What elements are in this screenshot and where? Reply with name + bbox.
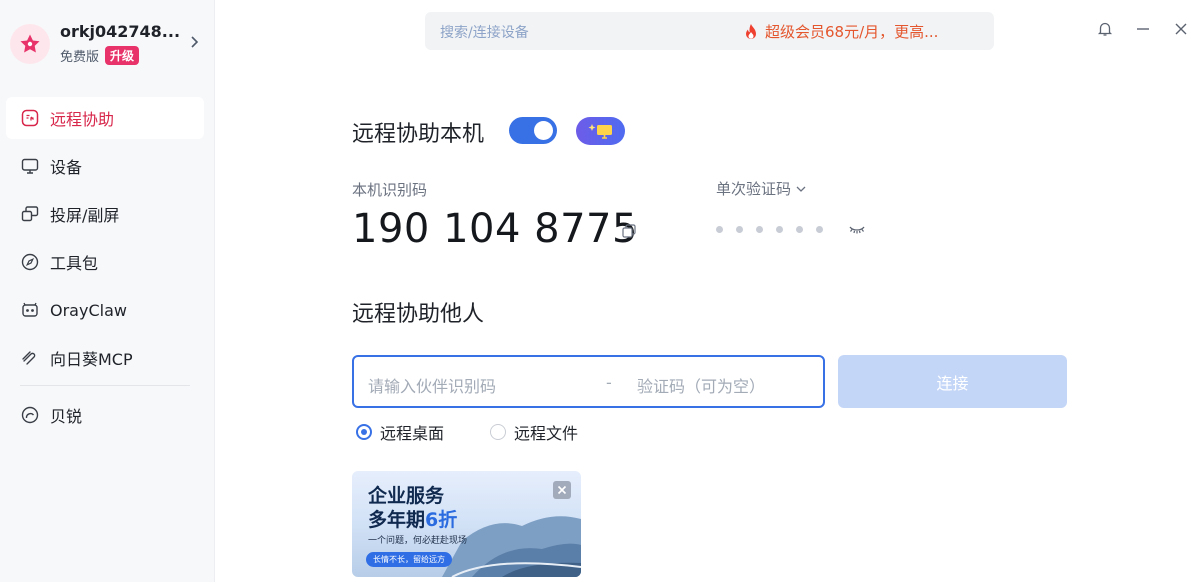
code-dot [716,226,723,233]
promo-ad-card[interactable]: 企业服务 多年期6折 一个问题，何必赶赴现场 长情不长，留给远方 [352,471,581,577]
oray-icon [20,405,40,425]
avatar[interactable] [10,24,50,64]
search-input[interactable]: 搜索/连接设备 [440,22,529,42]
sidebar-item-devices[interactable]: 设备 [6,145,204,187]
promo-text: 超级会员68元/月，更高... [765,23,939,41]
screen-cast-icon [20,204,40,224]
copy-icon[interactable] [622,224,636,238]
chevron-down-icon [796,186,806,192]
ad-title-prefix: 多年期 [368,509,426,531]
ad-title-highlight: 6折 [425,509,458,531]
sidebar-item-label: 向日葵MCP [50,350,133,369]
fire-icon [746,23,756,39]
ad-pill: 长情不长，留给远方 [366,552,452,567]
sidebar-item-label: 远程协助 [50,110,115,129]
hidden-code [716,226,823,233]
sidebar-item-oray[interactable]: 贝锐 [6,394,204,436]
sidebar-item-label: 工具包 [50,254,99,273]
assist-other-title: 远程协助他人 [352,302,485,327]
bell-icon[interactable] [1096,20,1114,38]
claw-icon [20,300,40,320]
sparkle-monitor-icon [588,124,612,139]
compass-icon [20,252,40,272]
verify-code-input[interactable]: 验证码（可为空） [637,373,765,397]
toggle-knob [534,121,553,140]
ad-title-line2: 多年期6折 [368,505,457,532]
search-bar[interactable]: 搜索/连接设备 超级会员68元/月，更高... [425,12,994,50]
field-separator: - [606,373,612,392]
minimize-icon[interactable] [1134,20,1152,38]
close-icon [557,485,567,495]
mode-remote-file[interactable]: 远程文件 [490,420,578,444]
sidebar-item-mcp[interactable]: 向日葵MCP [6,337,204,379]
monitor-icon [20,156,40,176]
code-type-label: 单次验证码 [716,180,792,198]
assist-self-title: 远程协助本机 [352,122,485,147]
sidebar-item-label: 贝锐 [50,407,83,426]
ad-title-line1: 企业服务 [368,485,445,507]
sidebar-item-orayclaw[interactable]: OrayClaw [6,289,204,331]
promo-banner[interactable]: 超级会员68元/月，更高... [743,21,938,42]
plan-row: 免费版 升级 [60,46,140,65]
nav-divider [20,385,190,386]
code-dot [816,226,823,233]
mcp-icon [20,348,40,368]
eye-closed-icon[interactable] [848,222,866,236]
star-icon [20,34,40,53]
sidebar-nav: 远程协助 设备 投屏/副屏 工具包 OrayClaw 向日葵MCP 贝锐 [6,97,204,442]
username: orkj042748... [60,22,181,41]
assist-self-toggle[interactable] [509,117,557,144]
sidebar-item-label: OrayClaw [50,300,127,320]
code-type-dropdown[interactable]: 单次验证码 [716,178,807,199]
sidebar-item-label: 投屏/副屏 [50,206,120,225]
radio-unchecked[interactable] [490,424,506,440]
partner-connect-field[interactable]: 请输入伙伴识别码 - 验证码（可为空） [352,355,825,408]
mode-remote-desktop[interactable]: 远程桌面 [356,420,444,444]
ad-subline: 一个问题，何必赶赴现场 [368,536,468,546]
code-dot [796,226,803,233]
sidebar-item-remote-assist[interactable]: 远程协助 [6,97,204,139]
code-dot [756,226,763,233]
sidebar: orkj042748... 免费版 升级 远程协助 设备 投屏/副屏 工具包 O… [0,0,215,582]
sidebar-item-screen-cast[interactable]: 投屏/副屏 [6,193,204,235]
connect-button[interactable]: 连接 [838,355,1067,408]
device-id-label: 本机识别码 [352,181,428,199]
remote-assist-icon [20,108,40,128]
sidebar-item-toolkit[interactable]: 工具包 [6,241,204,283]
code-dot [776,226,783,233]
plan-label: 免费版 [60,50,100,65]
ai-screen-button[interactable] [576,117,625,145]
partner-id-input[interactable]: 请输入伙伴识别码 [368,373,496,397]
close-icon[interactable] [1172,20,1190,38]
mode-label: 远程桌面 [380,424,445,443]
sidebar-item-label: 设备 [50,158,83,177]
ad-close-button[interactable] [553,481,571,499]
upgrade-badge[interactable]: 升级 [105,46,140,65]
profile-card[interactable]: orkj042748... 免费版 升级 [10,20,200,68]
code-dot [736,226,743,233]
window-controls [1096,20,1190,38]
mode-label: 远程文件 [514,424,579,443]
device-id-value: 190 104 8775 [352,206,638,252]
chevron-right-icon[interactable] [188,34,200,50]
radio-checked[interactable] [356,424,372,440]
